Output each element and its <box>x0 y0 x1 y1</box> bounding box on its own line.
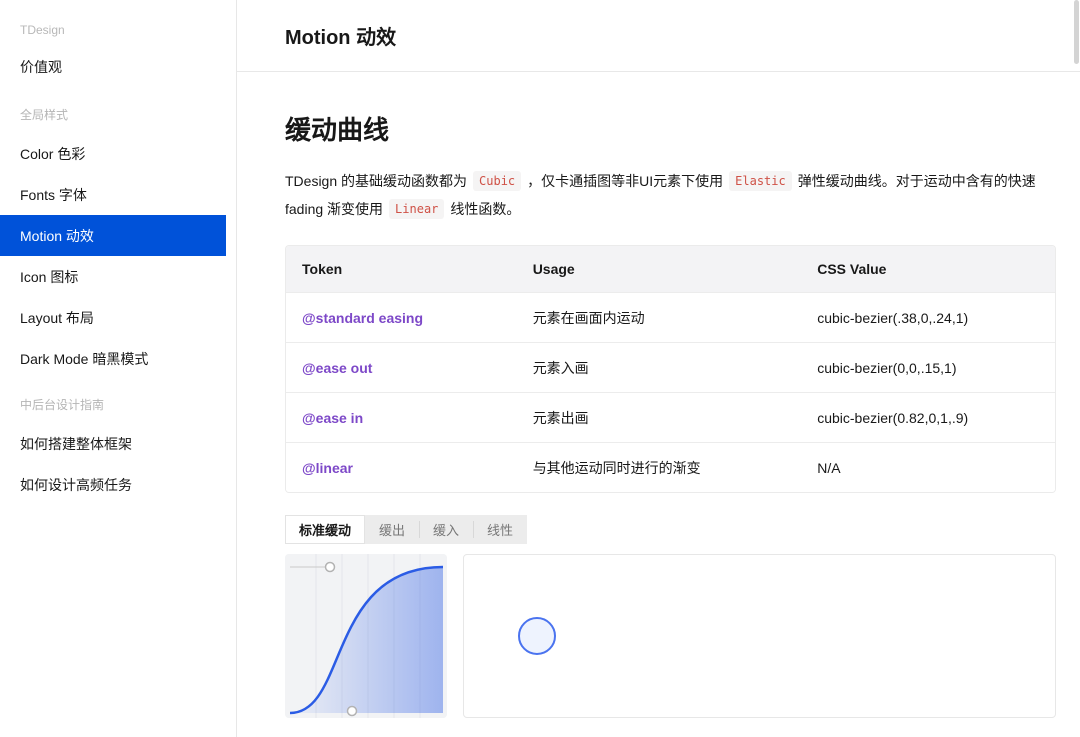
table-row: @ease in 元素出画 cubic-bezier(0.82,0,1,.9) <box>286 392 1055 442</box>
intro-paragraph: TDesign 的基础缓动函数都为 Cubic ，仅卡通插图等非UI元素下使用 Ela… <box>285 167 1056 223</box>
css-value-cell: cubic-bezier(0.82,0,1,.9) <box>801 410 1055 426</box>
page-content: 缓动曲线 TDesign 的基础缓动函数都为 Cubic ，仅卡通插图等非UI元素下… <box>237 72 1080 718</box>
table-row: @linear 与其他运动同时进行的渐变 N/A <box>286 442 1055 492</box>
page-header: Motion 动效 <box>237 0 1080 72</box>
token-link-standard-easing[interactable]: @standard easing <box>286 310 517 326</box>
token-link-ease-in[interactable]: @ease in <box>286 410 517 426</box>
sidebar-item-tasks[interactable]: 如何设计高频任务 <box>0 464 236 505</box>
bezier-curve-graphic <box>285 554 447 718</box>
sidebar-item-layout[interactable]: Layout 布局 <box>0 297 236 338</box>
easing-demo-tabs: 标准缓动 缓出 缓入 线性 <box>285 515 527 544</box>
code-chip-linear: Linear <box>389 199 444 219</box>
column-header-usage: Usage <box>517 261 802 277</box>
sidebar-item-motion[interactable]: Motion 动效 <box>0 215 226 256</box>
app-root: TDesign 价值观 全局样式 Color 色彩 Fonts 字体 Motio… <box>0 0 1080 737</box>
easing-table: Token Usage CSS Value @standard easing 元… <box>285 245 1056 493</box>
sidebar-section-global-styles: 全局样式 <box>0 95 236 133</box>
section-heading: 缓动曲线 <box>285 110 1056 147</box>
tab-standard-easing[interactable]: 标准缓动 <box>285 515 365 544</box>
table-header-row: Token Usage CSS Value <box>286 246 1055 292</box>
table-row: @standard easing 元素在画面内运动 cubic-bezier(.… <box>286 292 1055 342</box>
animation-preview-panel <box>463 554 1056 718</box>
sidebar-item-color[interactable]: Color 色彩 <box>0 133 236 174</box>
usage-cell: 元素入画 <box>517 358 802 378</box>
sidebar-item-darkmode[interactable]: Dark Mode 暗黑模式 <box>0 338 236 379</box>
usage-cell: 元素出画 <box>517 408 802 428</box>
tab-ease-in[interactable]: 缓入 <box>419 515 473 544</box>
column-header-token: Token <box>286 261 517 277</box>
intro-text-4: 线性函数。 <box>450 201 520 217</box>
column-header-css-value: CSS Value <box>801 261 1055 277</box>
curve-handle-bottom[interactable] <box>348 707 357 716</box>
scrollbar-thumb[interactable] <box>1074 0 1079 64</box>
css-value-cell: cubic-bezier(.38,0,.24,1) <box>801 310 1055 326</box>
sidebar-item-framework[interactable]: 如何搭建整体框架 <box>0 423 236 464</box>
tab-ease-out[interactable]: 缓出 <box>365 515 419 544</box>
bezier-editor-panel[interactable] <box>285 554 447 718</box>
demo-ball <box>518 617 556 655</box>
sidebar-item-values[interactable]: 价值观 <box>0 46 236 87</box>
intro-text-1: TDesign 的基础缓动函数都为 <box>285 173 467 189</box>
tab-linear[interactable]: 线性 <box>473 515 527 544</box>
usage-cell: 与其他运动同时进行的渐变 <box>517 458 802 478</box>
easing-demo <box>285 554 1056 718</box>
sidebar-section-design-guide: 中后台设计指南 <box>0 385 236 423</box>
usage-cell: 元素在画面内运动 <box>517 308 802 328</box>
sidebar-item-fonts[interactable]: Fonts 字体 <box>0 174 236 215</box>
main-area: Motion 动效 缓动曲线 TDesign 的基础缓动函数都为 Cubic ，仅卡… <box>237 0 1080 737</box>
page-title: Motion 动效 <box>285 21 396 50</box>
intro-text-2: ，仅卡通插图等非UI元素下使用 <box>527 173 723 189</box>
sidebar: TDesign 价值观 全局样式 Color 色彩 Fonts 字体 Motio… <box>0 0 237 737</box>
code-chip-elastic: Elastic <box>729 171 792 191</box>
css-value-cell: cubic-bezier(0,0,.15,1) <box>801 360 1055 376</box>
table-row: @ease out 元素入画 cubic-bezier(0,0,.15,1) <box>286 342 1055 392</box>
sidebar-item-icon[interactable]: Icon 图标 <box>0 256 236 297</box>
curve-handle-top[interactable] <box>326 563 335 572</box>
token-link-linear[interactable]: @linear <box>286 460 517 476</box>
css-value-cell: N/A <box>801 460 1055 476</box>
brand-label: TDesign <box>0 14 236 46</box>
token-link-ease-out[interactable]: @ease out <box>286 360 517 376</box>
code-chip-cubic: Cubic <box>473 171 521 191</box>
